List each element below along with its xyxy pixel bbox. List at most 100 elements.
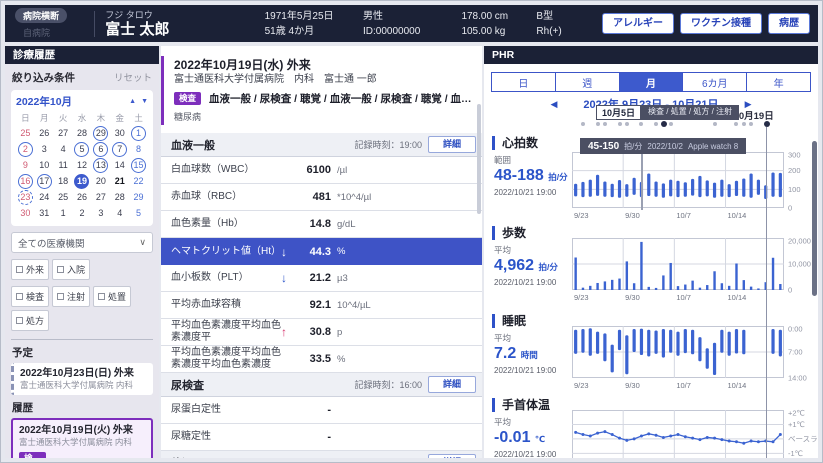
calendar-day[interactable]: 11 bbox=[56, 158, 71, 173]
calendar-day[interactable]: 27 bbox=[56, 126, 71, 141]
event-dot[interactable] bbox=[742, 122, 746, 126]
event-dot[interactable] bbox=[661, 121, 667, 127]
schedule-card[interactable]: 2022年10月23日(日) 外来富士通医科大学付属病院 内科 bbox=[11, 363, 153, 395]
phr-tab-週[interactable]: 週 bbox=[556, 73, 620, 91]
card-place: 富士通医科大学付属病院 内科 bbox=[20, 380, 147, 391]
calendar-day[interactable]: 23 bbox=[18, 190, 33, 205]
calendar-day[interactable]: 30 bbox=[112, 126, 127, 141]
event-dot[interactable] bbox=[654, 122, 658, 126]
tab-own-hospital[interactable]: 自病院 bbox=[15, 24, 84, 41]
event-dot[interactable] bbox=[625, 122, 629, 126]
reset-link[interactable]: リセット bbox=[114, 70, 152, 84]
calendar-day[interactable]: 17 bbox=[37, 174, 52, 189]
calendar-day[interactable]: 5 bbox=[74, 142, 89, 157]
calendar-day[interactable]: 16 bbox=[18, 174, 33, 189]
calendar-day[interactable]: 30 bbox=[18, 206, 33, 221]
calendar-day[interactable]: 7 bbox=[112, 142, 127, 157]
calendar-prev-icon[interactable]: ▲ bbox=[129, 97, 136, 107]
phr-tab-年[interactable]: 年 bbox=[747, 73, 810, 91]
calendar-day[interactable]: 3 bbox=[93, 206, 108, 221]
filter-checkbox-処置[interactable]: 処置 bbox=[93, 286, 131, 307]
heart-rate-chart[interactable]: 30020010009/239/3010/710/14 bbox=[572, 152, 818, 222]
calendar-day[interactable]: 29 bbox=[131, 190, 146, 205]
calendar-day[interactable]: 12 bbox=[74, 158, 89, 173]
calendar-day[interactable]: 27 bbox=[93, 190, 108, 205]
filter-checkbox-検査[interactable]: 検査 bbox=[11, 286, 49, 307]
date-range-prev-icon[interactable]: ◀ bbox=[551, 99, 558, 110]
cursor-line[interactable] bbox=[766, 127, 767, 458]
calendar-day[interactable]: 24 bbox=[37, 190, 52, 205]
calendar-day[interactable]: 3 bbox=[37, 142, 52, 157]
calendar-day[interactable]: 4 bbox=[56, 142, 71, 157]
svg-text:10/7: 10/7 bbox=[676, 381, 691, 390]
calendar-day[interactable]: 18 bbox=[56, 174, 71, 189]
sleep-chart[interactable]: 0:007:0014:009/239/3010/710/14 bbox=[572, 326, 818, 392]
history-card[interactable]: 2022年10月19日(火) 外来富士通医科大学付属病院 内科検査血液一般 / … bbox=[11, 418, 153, 458]
event-dot[interactable] bbox=[734, 122, 738, 126]
calendar-day[interactable]: 21 bbox=[112, 174, 127, 189]
calendar-day[interactable]: 22 bbox=[131, 174, 146, 189]
calendar-day[interactable]: 14 bbox=[112, 158, 127, 173]
detail-button[interactable]: 詳細 bbox=[428, 376, 476, 393]
calendar-day[interactable]: 26 bbox=[37, 126, 52, 141]
detail-button[interactable]: 詳細 bbox=[428, 136, 476, 153]
event-dot[interactable] bbox=[639, 122, 643, 126]
heart-rate-unit: 拍/分 bbox=[548, 172, 567, 182]
phr-tab-日[interactable]: 日 bbox=[492, 73, 556, 91]
event-dot[interactable] bbox=[749, 122, 753, 126]
calendar-day[interactable]: 8 bbox=[131, 142, 146, 157]
section-header-血液一般: 血液一般記録時刻：19:00詳細 bbox=[161, 133, 482, 157]
calendar-day[interactable]: 29 bbox=[93, 126, 108, 141]
calendar-day[interactable]: 28 bbox=[74, 126, 89, 141]
event-dot[interactable] bbox=[603, 122, 607, 126]
result-value: 481 bbox=[291, 191, 331, 203]
calendar-day[interactable]: 25 bbox=[18, 126, 33, 141]
steps-chart[interactable]: 20,00010,00009/239/3010/710/14 bbox=[572, 238, 818, 304]
calendar-day[interactable]: 2 bbox=[18, 142, 33, 157]
facility-dropdown[interactable]: 全ての医療機関 ∨ bbox=[11, 232, 153, 253]
calendar-day[interactable]: 19 bbox=[74, 174, 89, 189]
phr-tab-6カ月[interactable]: 6カ月 bbox=[683, 73, 747, 91]
calendar-day[interactable]: 6 bbox=[93, 142, 108, 157]
calendar-day[interactable]: 28 bbox=[112, 190, 127, 205]
event-dot[interactable] bbox=[596, 122, 600, 126]
result-value: 21.2 bbox=[291, 272, 331, 284]
calendar-day[interactable]: 10 bbox=[37, 158, 52, 173]
result-value: 92.1 bbox=[291, 299, 331, 311]
calendar-day[interactable]: 4 bbox=[112, 206, 127, 221]
wrist-temp-chart[interactable]: +2℃+1℃ベースライン-1℃9/239/3010/710/14 bbox=[572, 410, 818, 458]
event-dot[interactable] bbox=[581, 122, 585, 126]
patient-kana: フジ タロウ bbox=[105, 10, 264, 21]
calendar-day[interactable]: 1 bbox=[56, 206, 71, 221]
detail-button[interactable]: 詳細 bbox=[428, 454, 476, 458]
phr-scrollbar[interactable] bbox=[812, 141, 817, 296]
event-dot[interactable] bbox=[669, 122, 673, 126]
calendar-day[interactable]: 31 bbox=[37, 206, 52, 221]
calendar-day[interactable]: 2 bbox=[74, 206, 89, 221]
calendar-day[interactable]: 1 bbox=[131, 126, 146, 141]
event-dot[interactable] bbox=[713, 122, 717, 126]
header-button-2[interactable]: 病歴 bbox=[768, 13, 810, 34]
header-button-0[interactable]: アレルギー bbox=[602, 13, 674, 34]
filter-checkbox-入院[interactable]: 入院 bbox=[52, 259, 90, 280]
event-dot[interactable] bbox=[618, 122, 622, 126]
filter-checkbox-注射[interactable]: 注射 bbox=[52, 286, 90, 307]
calendar-day[interactable]: 5 bbox=[131, 206, 146, 221]
middle-scrollbar[interactable] bbox=[477, 104, 481, 214]
calendar-day[interactable]: 9 bbox=[18, 158, 33, 173]
calendar-day[interactable]: 15 bbox=[131, 158, 146, 173]
calendar-day[interactable]: 26 bbox=[74, 190, 89, 205]
header-button-1[interactable]: ワクチン接種 bbox=[680, 13, 762, 34]
tab-cross-hospital[interactable]: 病院横断 bbox=[15, 8, 67, 23]
down-arrow-icon: ↓ bbox=[281, 246, 287, 258]
calendar-day[interactable]: 20 bbox=[93, 174, 108, 189]
calendar-next-icon[interactable]: ▼ bbox=[141, 97, 148, 107]
calendar-day[interactable]: 25 bbox=[56, 190, 71, 205]
calendar-weekday: 火 bbox=[54, 111, 73, 125]
event-dot[interactable] bbox=[764, 121, 770, 127]
filter-checkbox-外来[interactable]: 外来 bbox=[11, 259, 49, 280]
calendar-day[interactable]: 13 bbox=[93, 158, 108, 173]
phr-tab-月[interactable]: 月 bbox=[620, 73, 684, 91]
card-date: 2022年10月19日(火) 外来 bbox=[19, 424, 145, 437]
filter-checkbox-処方[interactable]: 処方 bbox=[11, 310, 49, 331]
